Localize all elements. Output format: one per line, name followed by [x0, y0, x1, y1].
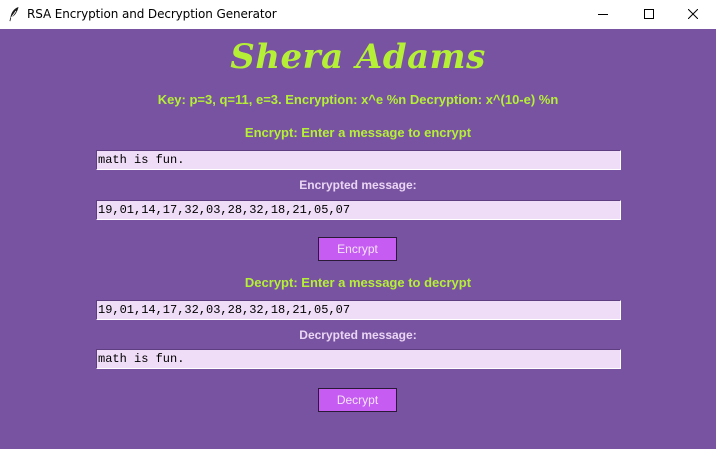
encrypt-button[interactable]: Encrypt: [318, 237, 397, 261]
decrypted-message-label: Decrypted message:: [299, 328, 417, 342]
main-content: Shera Adams Key: p=3, q=11, e=3. Encrypt…: [0, 29, 716, 449]
decrypt-input[interactable]: 19,01,14,17,32,03,28,32,18,21,05,07: [96, 300, 621, 320]
app-window: RSA Encryption and Decryption Generator …: [0, 0, 716, 449]
window-title: RSA Encryption and Decryption Generator: [27, 7, 277, 21]
feather-icon: [8, 6, 20, 22]
key-info: Key: p=3, q=11, e=3. Encryption: x^e %n …: [157, 92, 559, 107]
title-bar[interactable]: RSA Encryption and Decryption Generator: [0, 0, 716, 29]
encrypt-prompt: Encrypt: Enter a message to encrypt: [244, 125, 472, 140]
encrypted-message-label: Encrypted message:: [299, 178, 417, 192]
minimize-button[interactable]: [580, 0, 626, 29]
decrypt-prompt: Decrypt: Enter a message to decrypt: [244, 275, 472, 290]
encrypted-output[interactable]: 19,01,14,17,32,03,28,32,18,21,05,07: [96, 200, 621, 220]
close-icon: [687, 6, 699, 24]
decrypted-output[interactable]: math is fun.: [96, 349, 621, 369]
decrypt-button[interactable]: Decrypt: [318, 388, 397, 412]
maximize-icon: [644, 6, 654, 24]
encrypt-input[interactable]: math is fun.: [96, 150, 621, 170]
name-title: Shera Adams: [230, 37, 486, 77]
close-button[interactable]: [670, 0, 716, 29]
minimize-icon: [598, 6, 608, 24]
maximize-button[interactable]: [626, 0, 672, 29]
